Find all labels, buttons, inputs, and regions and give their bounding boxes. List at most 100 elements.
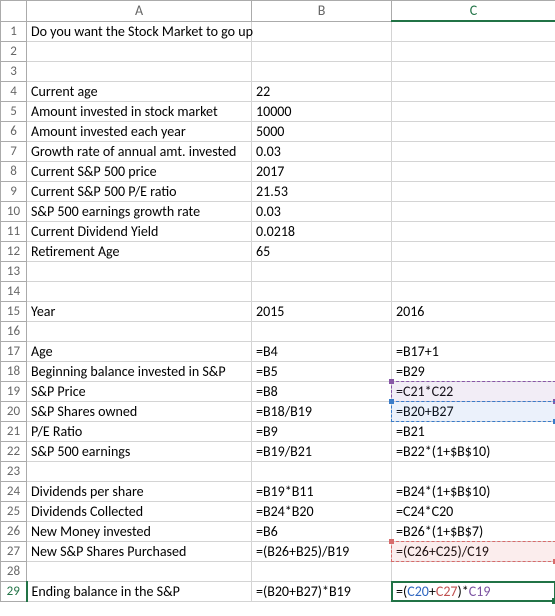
cell-A23[interactable] [27, 461, 252, 481]
col-head-A[interactable]: A [27, 1, 252, 22]
cell-B29[interactable]: =(B20+B27)*B19 [252, 581, 392, 601]
row-head-28[interactable]: 28 [1, 561, 27, 581]
cell-A20[interactable]: S&P Shares owned [27, 401, 252, 421]
row-head-5[interactable]: 5 [1, 101, 27, 121]
cell-B2[interactable] [252, 41, 392, 61]
cell-A24[interactable]: Dividends per share [27, 481, 252, 501]
cell-C17[interactable]: =B17+1 [392, 341, 555, 361]
row-head-16[interactable]: 16 [1, 321, 27, 341]
cell-B9[interactable]: 21.53 [252, 181, 392, 201]
cell-C24[interactable]: =B24*(1+$B$10) [392, 481, 555, 501]
cell-A16[interactable] [27, 321, 252, 341]
select-all-corner[interactable] [1, 1, 27, 22]
row-head-7[interactable]: 7 [1, 141, 27, 161]
cell-B3[interactable] [252, 61, 392, 81]
cell-A18[interactable]: Beginning balance invested in S&P [27, 361, 252, 381]
cell-B10[interactable]: 0.03 [252, 201, 392, 221]
cell-A9[interactable]: Current S&P 500 P/E ratio [27, 181, 252, 201]
cell-C12[interactable] [392, 241, 555, 261]
cell-B4[interactable]: 22 [252, 81, 392, 101]
row-head-17[interactable]: 17 [1, 341, 27, 361]
row-head-4[interactable]: 4 [1, 81, 27, 101]
row-head-21[interactable]: 21 [1, 421, 27, 441]
cell-A17[interactable]: Age [27, 341, 252, 361]
cell-C16[interactable] [392, 321, 555, 341]
cell-C18[interactable]: =B29 [392, 361, 555, 381]
cell-C21[interactable]: =B21 [392, 421, 555, 441]
cell-C7[interactable] [392, 141, 555, 161]
cell-A15[interactable]: Year [27, 301, 252, 321]
row-head-25[interactable]: 25 [1, 501, 27, 521]
row-head-20[interactable]: 20 [1, 401, 27, 421]
row-head-18[interactable]: 18 [1, 361, 27, 381]
row-head-23[interactable]: 23 [1, 461, 27, 481]
cell-C25[interactable]: =C24*C20 [392, 501, 555, 521]
cell-C13[interactable] [392, 261, 555, 281]
cell-B16[interactable] [252, 321, 392, 341]
row-head-22[interactable]: 22 [1, 441, 27, 461]
cell-C29[interactable]: =(C20+C27)*C19 [392, 581, 555, 601]
cell-A4[interactable]: Current age [27, 81, 252, 101]
cell-A2[interactable] [27, 41, 252, 61]
cell-B26[interactable]: =B6 [252, 521, 392, 541]
cell-B22[interactable]: =B19/B21 [252, 441, 392, 461]
cell-A1[interactable]: Do you want the Stock Market to go up [27, 21, 252, 41]
cell-B12[interactable]: 65 [252, 241, 392, 261]
cell-C15[interactable]: 2016 [392, 301, 555, 321]
cell-B6[interactable]: 5000 [252, 121, 392, 141]
cell-B7[interactable]: 0.03 [252, 141, 392, 161]
cell-C14[interactable] [392, 281, 555, 301]
col-head-C[interactable]: C [392, 1, 555, 22]
cell-C8[interactable] [392, 161, 555, 181]
row-head-15[interactable]: 15 [1, 301, 27, 321]
cell-B8[interactable]: 2017 [252, 161, 392, 181]
cell-C10[interactable] [392, 201, 555, 221]
row-head-12[interactable]: 12 [1, 241, 27, 261]
cell-B1[interactable] [252, 21, 392, 41]
row-head-3[interactable]: 3 [1, 61, 27, 81]
cell-B17[interactable]: =B4 [252, 341, 392, 361]
cell-C5[interactable] [392, 101, 555, 121]
cell-A22[interactable]: S&P 500 earnings [27, 441, 252, 461]
cell-B13[interactable] [252, 261, 392, 281]
cell-A5[interactable]: Amount invested in stock market [27, 101, 252, 121]
row-head-10[interactable]: 10 [1, 201, 27, 221]
cell-A8[interactable]: Current S&P 500 price [27, 161, 252, 181]
row-head-27[interactable]: 27 [1, 541, 27, 561]
cell-A26[interactable]: New Money invested [27, 521, 252, 541]
cell-A13[interactable] [27, 261, 252, 281]
cell-C1[interactable] [392, 21, 555, 41]
cell-B14[interactable] [252, 281, 392, 301]
cell-C22[interactable]: =B22*(1+$B$10) [392, 441, 555, 461]
row-head-6[interactable]: 6 [1, 121, 27, 141]
cell-A11[interactable]: Current Dividend Yield [27, 221, 252, 241]
cell-C11[interactable] [392, 221, 555, 241]
col-head-B[interactable]: B [252, 1, 392, 22]
row-head-9[interactable]: 9 [1, 181, 27, 201]
cell-A27[interactable]: New S&P Shares Purchased [27, 541, 252, 561]
cell-A19[interactable]: S&P Price [27, 381, 252, 401]
cell-C3[interactable] [392, 61, 555, 81]
row-head-8[interactable]: 8 [1, 161, 27, 181]
cell-B24[interactable]: =B19*B11 [252, 481, 392, 501]
cell-B15[interactable]: 2015 [252, 301, 392, 321]
cell-A21[interactable]: P/E Ratio [27, 421, 252, 441]
cell-B27[interactable]: =(B26+B25)/B19 [252, 541, 392, 561]
cell-B21[interactable]: =B9 [252, 421, 392, 441]
cell-C6[interactable] [392, 121, 555, 141]
cell-B19[interactable]: =B8 [252, 381, 392, 401]
spreadsheet-grid[interactable]: A B C 1Do you want the Stock Market to g… [0, 0, 555, 602]
cell-A3[interactable] [27, 61, 252, 81]
cell-A28[interactable] [27, 561, 252, 581]
cell-C19[interactable]: =C21*C22 [392, 381, 555, 401]
row-head-13[interactable]: 13 [1, 261, 27, 281]
row-head-14[interactable]: 14 [1, 281, 27, 301]
cell-A12[interactable]: Retirement Age [27, 241, 252, 261]
row-head-11[interactable]: 11 [1, 221, 27, 241]
cell-C4[interactable] [392, 81, 555, 101]
row-head-19[interactable]: 19 [1, 381, 27, 401]
cell-C26[interactable]: =B26*(1+$B$7) [392, 521, 555, 541]
cell-B28[interactable] [252, 561, 392, 581]
cell-B23[interactable] [252, 461, 392, 481]
row-head-2[interactable]: 2 [1, 41, 27, 61]
